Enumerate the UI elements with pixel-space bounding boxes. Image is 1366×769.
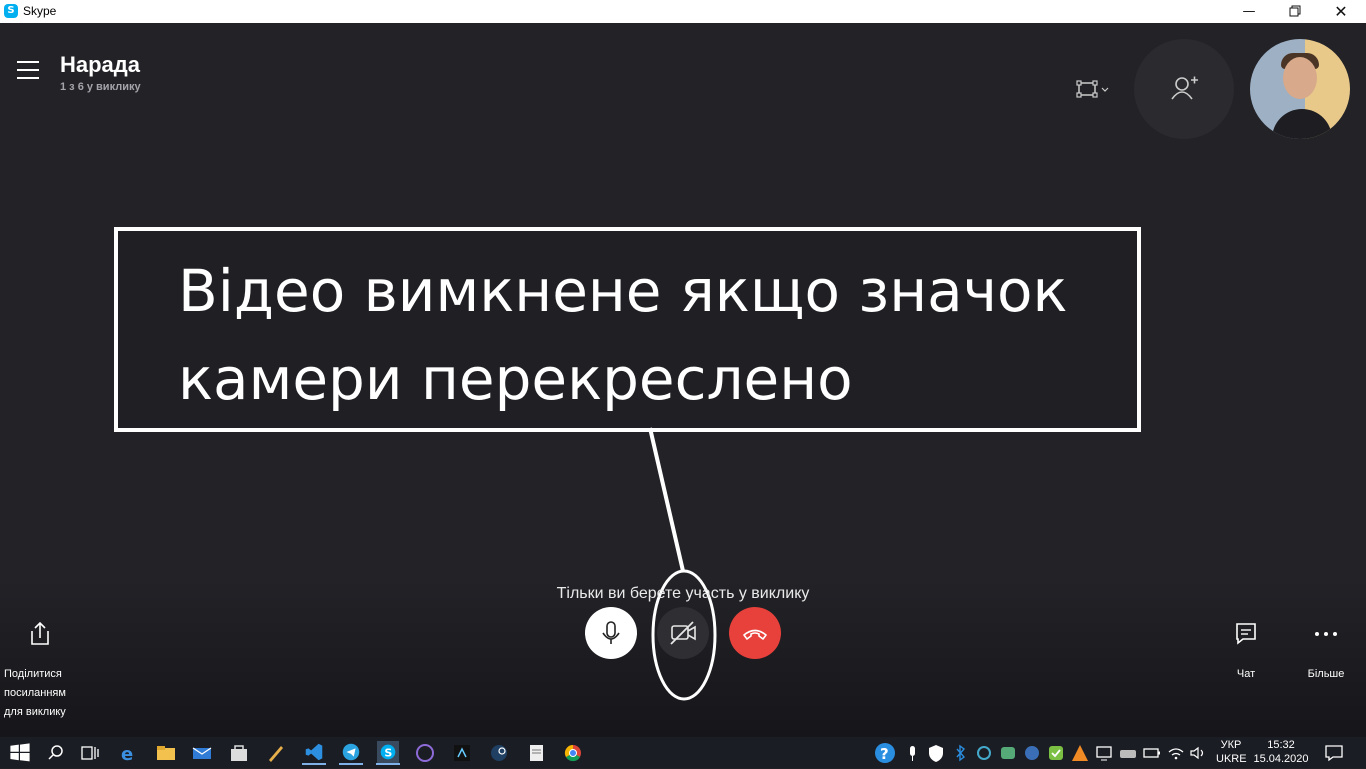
wifi-icon[interactable] bbox=[1164, 741, 1188, 765]
language-code: УКР bbox=[1220, 739, 1242, 751]
file-explorer-icon[interactable] bbox=[154, 741, 178, 765]
app-dark-icon[interactable] bbox=[450, 741, 474, 765]
system-clock[interactable]: 15:32 15.04.2020 bbox=[1252, 737, 1310, 769]
share-label-2: посиланням bbox=[4, 687, 66, 699]
microphone-button[interactable] bbox=[585, 607, 637, 659]
share-call-link-button[interactable]: Поділитися посиланням для виклику bbox=[4, 621, 76, 722]
task-view-icon[interactable] bbox=[78, 741, 102, 765]
svg-text:S: S bbox=[384, 747, 392, 760]
viber-icon[interactable] bbox=[413, 741, 437, 765]
input-language[interactable]: УКР UKRE bbox=[1216, 737, 1247, 769]
notifications-icon[interactable] bbox=[1322, 741, 1346, 765]
share-label-3: для виклику bbox=[4, 706, 66, 718]
chat-icon bbox=[1236, 623, 1256, 645]
edge-browser-icon[interactable]: e bbox=[116, 741, 140, 765]
minimize-button[interactable]: — bbox=[1226, 0, 1272, 23]
maximize-button[interactable] bbox=[1272, 0, 1318, 23]
share-icon bbox=[31, 621, 49, 645]
more-options-icon bbox=[1315, 632, 1337, 636]
clock-date: 15.04.2020 bbox=[1253, 753, 1309, 765]
antivirus-icon[interactable] bbox=[1068, 741, 1092, 765]
share-label-1: Поділитися bbox=[4, 668, 62, 680]
end-call-button[interactable] bbox=[729, 607, 781, 659]
close-button[interactable]: ✕ bbox=[1318, 0, 1364, 23]
svg-text:e: e bbox=[121, 744, 133, 765]
call-status: Тільки ви берете участь у виклику bbox=[556, 585, 810, 602]
microphone-icon bbox=[602, 621, 620, 644]
camera-off-icon bbox=[670, 621, 696, 645]
bluetooth-icon[interactable] bbox=[948, 741, 972, 765]
battery-icon[interactable] bbox=[1140, 741, 1164, 765]
volume-icon[interactable] bbox=[1186, 741, 1210, 765]
telegram-icon[interactable] bbox=[339, 741, 363, 765]
chat-button[interactable]: Чат bbox=[1222, 621, 1270, 684]
network-app-icon[interactable] bbox=[972, 741, 996, 765]
call-screen: Нарада 1 з 6 у виклику Відео вимкнене як… bbox=[0, 23, 1366, 737]
checkmark-app-icon[interactable] bbox=[1044, 741, 1068, 765]
windows-taskbar: e S ? УКР UKRE 15:32 15.04.2020 bbox=[0, 737, 1366, 768]
windows-start-icon[interactable] bbox=[8, 741, 32, 765]
more-button[interactable]: Більше bbox=[1300, 621, 1352, 684]
svg-text:?: ? bbox=[880, 745, 889, 763]
window-title: Skype bbox=[23, 4, 57, 18]
shield-icon[interactable] bbox=[924, 741, 948, 765]
sync-icon[interactable] bbox=[1020, 741, 1044, 765]
tray-app-icon[interactable] bbox=[996, 741, 1020, 765]
app-pen-icon[interactable] bbox=[264, 741, 288, 765]
more-label: Більше bbox=[1307, 668, 1345, 680]
end-call-icon bbox=[743, 629, 767, 640]
skype-taskbar-icon[interactable]: S bbox=[376, 741, 400, 765]
display-icon[interactable] bbox=[1092, 741, 1116, 765]
keyboard-layout: UKRE bbox=[1216, 753, 1247, 765]
chat-label: Чат bbox=[1236, 668, 1256, 680]
tray-microphone-icon[interactable] bbox=[900, 741, 924, 765]
store-icon[interactable] bbox=[227, 741, 251, 765]
notepad-icon[interactable] bbox=[524, 741, 548, 765]
drive-icon[interactable] bbox=[1116, 741, 1140, 765]
mail-icon[interactable] bbox=[190, 741, 214, 765]
vscode-icon[interactable] bbox=[302, 741, 326, 765]
search-icon[interactable] bbox=[44, 741, 68, 765]
window-title-bar: S Skype — ✕ bbox=[0, 0, 1366, 23]
camera-toggle-button[interactable] bbox=[657, 607, 709, 659]
clock-time: 15:32 bbox=[1267, 739, 1295, 751]
help-icon[interactable]: ? bbox=[873, 741, 897, 765]
skype-logo-icon: S bbox=[4, 4, 18, 18]
chrome-icon[interactable] bbox=[561, 741, 585, 765]
steam-icon[interactable] bbox=[487, 741, 511, 765]
